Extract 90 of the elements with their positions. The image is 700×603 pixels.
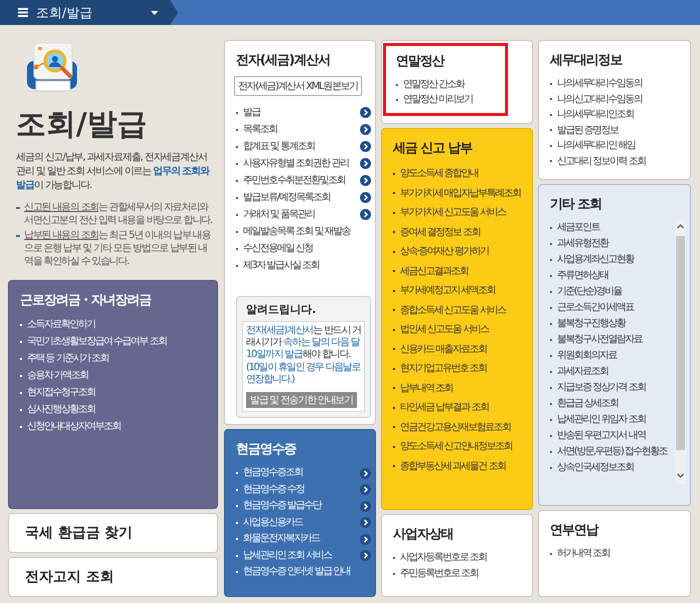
menu-link[interactable]: 허가내역 조회: [550, 546, 686, 562]
menu-link[interactable]: 연말정산 간소화: [396, 77, 497, 92]
menu-link[interactable]: 발급: [236, 104, 371, 121]
card-title: 연말정산: [396, 53, 446, 71]
menu-link[interactable]: 서면(방문,우편등) 접수현황조: [550, 444, 673, 460]
menu-link[interactable]: 목록조회: [236, 121, 371, 138]
notice-title: 알려드립니다.: [246, 302, 318, 317]
menu-link[interactable]: 사업용계좌신고현황: [550, 252, 673, 268]
menu-link[interactable]: 상속·증여재산 평가하기: [393, 242, 528, 262]
menu-link[interactable]: 거래처 및 품목관리: [236, 206, 371, 223]
menu-link[interactable]: 사업자등록번호로 조회: [393, 550, 528, 566]
menu-link[interactable]: 납부내역 조회: [393, 378, 528, 398]
menu-link[interactable]: 종합부동산세 과세물건 조회: [393, 456, 528, 476]
menu-link[interactable]: 화물운전자복지카드: [236, 531, 371, 548]
description-text: 세금의 신고/납부, 과세자료제출, 전자세금계산서 관리 및 일반 조회 서비스에 이르는 업무의 조회와 발급이 가능합니다.: [16, 151, 210, 193]
menu-link[interactable]: 과세자료조회: [550, 364, 673, 380]
card-title: 근로장려금 · 자녀장려금: [20, 292, 152, 310]
menu-link[interactable]: 현금영수증조회: [236, 465, 371, 482]
notice-text: 전자(세금)계산서는 반드시 거래시기가 속하는 달의 다음 달 10일까지 발급해야 합니다.: [246, 325, 361, 361]
menu-link[interactable]: 세금포인트: [550, 220, 673, 236]
scrollbar[interactable]: [675, 220, 686, 484]
menu-link[interactable]: 신용카드 매출자료조회: [393, 340, 528, 359]
menu-link[interactable]: 수신전용메일 신청: [236, 240, 371, 257]
menu-link[interactable]: 나의세무대리인 해임: [550, 138, 686, 154]
menu-link[interactable]: 세금신고결과조회: [393, 262, 528, 281]
menu-link[interactable]: 현지접수청구조회: [20, 384, 213, 401]
card-title: 현금영수증: [236, 441, 298, 459]
menu-link[interactable]: 주택 등 기준시가 조회: [20, 350, 213, 367]
note-text: 신고된 내용의 조회는 관할세무서의 자료처리와 서면신고분의 전산 입력 내용을 바탕으로 합니다.: [16, 201, 212, 227]
menu-link[interactable]: 근로소득간이세액표: [550, 300, 673, 316]
menu-link[interactable]: 납세관리인 조회 서비스: [236, 548, 371, 564]
menu-link[interactable]: 위원회회의자료: [550, 348, 673, 364]
card-title: 세금 신고 납부: [393, 140, 474, 158]
menu-link[interactable]: 현금영수증 발급수단: [236, 498, 371, 514]
card-title: 세무대리정보: [550, 52, 624, 70]
menu-link[interactable]: 기준(단순)경비율: [550, 284, 673, 300]
breadcrumb-dropdown[interactable]: 조회/발급: [0, 0, 178, 25]
menu-link[interactable]: 연금건강고용산재보험료조회: [393, 418, 528, 437]
menu-link[interactable]: 양도소득세 종합안내: [393, 164, 528, 184]
menu-link[interactable]: 소득자료확인하기: [20, 316, 213, 333]
menu-icon: [18, 8, 28, 17]
menu-link[interactable]: 과세유형전환: [550, 236, 673, 252]
page-title: 조회/발급: [16, 107, 147, 143]
menu-link[interactable]: 나의세무대리인조회: [550, 107, 686, 122]
menu-link[interactable]: 불복청구진행상황: [550, 316, 673, 332]
menu-link[interactable]: 현지기업고유번호 조회: [393, 359, 528, 378]
xml-view-button[interactable]: 전자(세금)계산서 XML원본보기: [234, 76, 362, 96]
menu-link[interactable]: 부가가치세 신고도움 서비스: [393, 203, 528, 222]
menu-link[interactable]: 심사진행상황조회: [20, 401, 213, 418]
card-title: 연부연납: [550, 522, 600, 540]
menu-link[interactable]: 현금영수증 수정: [236, 482, 371, 498]
menu-link[interactable]: 증여세 결정정보 조회: [393, 222, 528, 242]
menu-link[interactable]: 발급보류/예정목록조회: [236, 189, 371, 206]
menu-link[interactable]: 메일발송목록 조회 및 재발송: [236, 223, 371, 240]
card-title: 사업자상태: [393, 526, 454, 544]
menu-link[interactable]: 주류면허상태: [550, 268, 673, 284]
menu-link[interactable]: 발급된 증명정보: [550, 122, 686, 138]
menu-link[interactable]: 지급보증 정상가격 조회: [550, 380, 673, 396]
menu-link[interactable]: 현금영수증 인터넷 발급 안내: [236, 564, 371, 580]
caret-icon: [151, 10, 158, 14]
menu-link[interactable]: 납세관리인 위임자 조회: [550, 412, 673, 428]
menu-link[interactable]: 상속인국세정보조회: [550, 460, 673, 476]
menu-link[interactable]: 승용차 가액조회: [20, 367, 213, 384]
menu-link[interactable]: 나의신고대리수임동의: [550, 92, 686, 107]
menu-link[interactable]: 신고대리 정보이력 조회: [550, 154, 686, 169]
menu-link[interactable]: 제3자 발급사실 조회: [236, 257, 371, 274]
menu-link[interactable]: 사용자유형별 조회권한 관리: [236, 155, 371, 172]
notice-footnote: (10일이 휴일인 경우 다음날로 연장합니다.): [246, 362, 361, 386]
card-title: 전자(세금)계산서: [236, 52, 331, 70]
menu-link[interactable]: 나의세무대리수임동의: [550, 76, 686, 92]
menu-link[interactable]: 연말정산 미리보기: [396, 92, 497, 107]
menu-link[interactable]: 국민기초생활보장급여 수급여부 조회: [20, 333, 213, 350]
link-card[interactable]: 전자고지 조회: [8, 557, 218, 597]
menu-link[interactable]: 불복청구사전열람자료: [550, 332, 673, 348]
menu-link[interactable]: 합계표 및 통계조회: [236, 138, 371, 155]
menu-link[interactable]: 타인세금 납부결과 조회: [393, 398, 528, 418]
note-text: 납부된 내용의 조회는 최근 5년 이내의 납부 내용으로 은행 납부 및 기타 모든 방법으로 납부된 내역을 확인하실 수 있습니다.: [16, 229, 212, 268]
menu-link[interactable]: 양도소득세 신고안내정보조회: [393, 437, 528, 456]
menu-link[interactable]: 사업용신용카드: [236, 514, 371, 531]
menu-link[interactable]: 부가가치세 매입자납부특례조회: [393, 184, 528, 203]
menu-link[interactable]: 부가세예정고지 세액조회: [393, 281, 528, 300]
link-card[interactable]: 국세 환급금 찾기: [8, 513, 218, 553]
menu-link[interactable]: 법인세 신고도움 서비스: [393, 320, 528, 340]
menu-link[interactable]: 환급금 상세조회: [550, 396, 673, 412]
menu-link[interactable]: 반송된 우편고지서 내역: [550, 428, 673, 444]
menu-link[interactable]: 주민등록번호로 조회: [393, 566, 528, 582]
menu-link[interactable]: 주민번호수취분전환및조회: [236, 172, 371, 189]
menu-link[interactable]: 종합소득세 신고도움 서비스: [393, 300, 528, 320]
card-title: 기타 조회: [550, 196, 603, 214]
menu-link[interactable]: 신청안내대상자여부조회: [20, 418, 213, 435]
